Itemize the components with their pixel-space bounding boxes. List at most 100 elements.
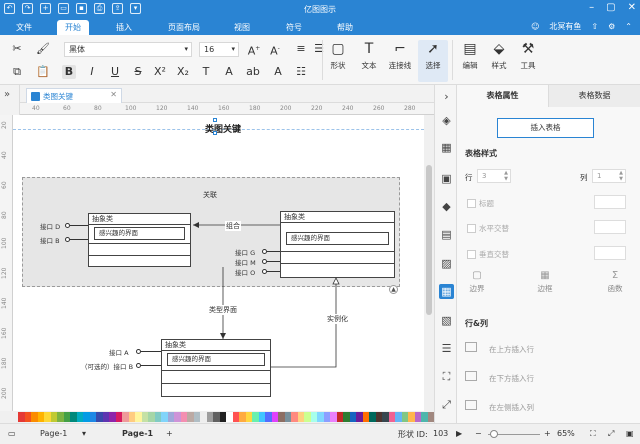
- paste-icon[interactable]: 📋: [36, 65, 50, 79]
- font-name-select[interactable]: 黑体 ▾: [64, 42, 192, 57]
- expand-library-icon[interactable]: »: [4, 89, 10, 100]
- edge-label-interface-type[interactable]: 类型界面: [208, 305, 238, 315]
- vertical-scrollbar[interactable]: [424, 115, 434, 411]
- minimize-icon[interactable]: –: [589, 2, 594, 13]
- ruler-tick: 100: [125, 105, 137, 112]
- highlight-icon[interactable]: ab: [246, 65, 260, 79]
- underline-icon[interactable]: U: [108, 65, 122, 79]
- layers-icon[interactable]: ◆: [439, 199, 454, 214]
- zoom-in-icon[interactable]: +: [544, 429, 551, 438]
- user-icon[interactable]: ☺: [531, 22, 539, 31]
- chart-icon[interactable]: ▨: [439, 256, 454, 271]
- menu-home[interactable]: 开始: [57, 20, 89, 35]
- font-shrink-icon[interactable]: A-: [268, 42, 282, 58]
- insert-row-below[interactable]: 在下方插入行: [465, 371, 534, 384]
- menu-symbol[interactable]: 符号: [286, 22, 302, 33]
- text-tool[interactable]: T 文本: [354, 40, 384, 71]
- superscript-icon[interactable]: X²: [153, 65, 167, 79]
- expand-icon[interactable]: ⤢: [439, 397, 454, 412]
- text-size-icon[interactable]: A: [271, 65, 285, 79]
- vertical-color-box[interactable]: [594, 246, 626, 260]
- close-icon[interactable]: ✕: [628, 2, 636, 13]
- spinner-icon[interactable]: ▲ ▼: [619, 170, 623, 182]
- title-color-box[interactable]: [594, 195, 626, 209]
- color-swatch[interactable]: [427, 412, 434, 422]
- grid-icon[interactable]: ▦: [439, 140, 454, 155]
- collapse-icon[interactable]: ⌃: [625, 22, 632, 31]
- horizontal-color-box[interactable]: [594, 220, 626, 234]
- picture-icon[interactable]: ▣: [439, 171, 454, 186]
- row-count-input[interactable]: 3 ▲ ▼: [477, 169, 511, 183]
- subscript-icon[interactable]: X₂: [176, 65, 190, 79]
- menu-help[interactable]: 帮助: [337, 22, 353, 33]
- function-tool[interactable]: Σ 函数: [595, 270, 635, 294]
- style-tool[interactable]: ⬙ 样式: [484, 40, 514, 71]
- tab-table-properties[interactable]: 表格属性: [457, 85, 548, 107]
- align-icon[interactable]: ≡: [294, 42, 308, 56]
- copy-icon[interactable]: ⧉: [10, 65, 24, 79]
- zoom-level[interactable]: 65%: [557, 429, 575, 438]
- ruler-tick: 280: [404, 105, 416, 112]
- zoom-slider-thumb[interactable]: [490, 430, 498, 438]
- menu-file[interactable]: 文件: [16, 22, 32, 33]
- insert-col-left[interactable]: 在左侧插入列: [465, 400, 534, 413]
- fit-icon[interactable]: ⛶: [439, 369, 454, 384]
- table-icon[interactable]: ▦: [439, 284, 454, 299]
- menu-view[interactable]: 视图: [234, 22, 250, 33]
- insert-table-button[interactable]: 插入表格: [497, 118, 594, 138]
- font-size-select[interactable]: 16 ▾: [199, 42, 239, 57]
- document-tab[interactable]: 类图关键 ✕: [26, 88, 122, 103]
- tab-table-data[interactable]: 表格数据: [548, 85, 640, 107]
- select-tool[interactable]: ➚ 选择: [418, 40, 448, 82]
- border-tool[interactable]: ▢ 边界: [457, 270, 497, 294]
- scroll-thumb[interactable]: [426, 165, 432, 315]
- format-icon[interactable]: ☰: [439, 341, 454, 356]
- collapse-panel-icon[interactable]: ›: [439, 89, 454, 104]
- text-format-icon[interactable]: T: [199, 65, 213, 79]
- cut-icon[interactable]: ✂: [10, 42, 24, 56]
- insert-row-above[interactable]: 在上方插入行: [465, 342, 534, 355]
- spinner-icon[interactable]: ▲ ▼: [504, 170, 508, 182]
- font-color-icon[interactable]: A: [222, 65, 236, 79]
- fit-page-icon[interactable]: ⛶: [590, 429, 596, 439]
- image-icon[interactable]: ▧: [439, 313, 454, 328]
- edge-label-composition[interactable]: 组合: [225, 221, 241, 231]
- page-tab-active[interactable]: Page-1: [122, 429, 153, 438]
- share-icon[interactable]: ⇧: [591, 22, 598, 31]
- connector-icon: ⌐: [394, 41, 406, 57]
- bold-icon[interactable]: B: [62, 65, 76, 79]
- page-icon[interactable]: ▤: [439, 227, 454, 242]
- page-tab[interactable]: Page-1: [40, 429, 67, 438]
- edge-label-instantiation[interactable]: 实例化: [326, 314, 349, 324]
- diagram-canvas[interactable]: 类图关键 关联 ▲ 抽象类 感兴趣的界面 抽象类 感兴趣的界面 抽象类 感兴趣的…: [13, 115, 424, 411]
- vertical-alternate-checkbox[interactable]: 垂直交替: [467, 249, 509, 260]
- tools-tool[interactable]: ⚒ 工具: [513, 40, 543, 71]
- settings-icon[interactable]: ⚙: [608, 22, 615, 31]
- font-grow-icon[interactable]: A+: [247, 42, 261, 58]
- frame-tool[interactable]: ▦ 边框: [525, 270, 565, 294]
- zoom-out-icon[interactable]: −: [475, 429, 482, 438]
- list-icon[interactable]: ☷: [294, 65, 308, 79]
- full-view-icon[interactable]: ▣: [626, 429, 634, 438]
- page-list-icon[interactable]: ▭: [8, 429, 16, 438]
- menu-page-layout[interactable]: 页面布局: [168, 22, 200, 33]
- strikethrough-icon[interactable]: S: [131, 65, 145, 79]
- maximize-icon[interactable]: ▢: [606, 2, 615, 13]
- chevron-down-icon[interactable]: ▾: [82, 429, 86, 438]
- shape-tool[interactable]: ▢ 形状: [323, 40, 353, 71]
- menu-insert[interactable]: 插入: [116, 22, 132, 33]
- play-icon[interactable]: ▶: [456, 429, 462, 438]
- ruler-tick: 220: [311, 105, 323, 112]
- add-page-icon[interactable]: +: [166, 429, 173, 438]
- close-icon[interactable]: ✕: [110, 90, 117, 99]
- title-checkbox[interactable]: 标题: [467, 198, 494, 209]
- format-painter-icon[interactable]: 🖌: [36, 42, 50, 56]
- fill-icon[interactable]: ◈: [439, 113, 454, 128]
- user-name[interactable]: 北冥有鱼: [549, 21, 581, 32]
- col-count-input[interactable]: 1 ▲ ▼: [592, 169, 626, 183]
- connector-tool[interactable]: ⌐ 连接线: [385, 40, 415, 71]
- italic-icon[interactable]: I: [85, 65, 99, 79]
- edit-tool[interactable]: ▤ 编辑: [455, 40, 485, 71]
- fullscreen-icon[interactable]: ⤢: [608, 429, 614, 439]
- horizontal-alternate-checkbox[interactable]: 水平交替: [467, 223, 509, 234]
